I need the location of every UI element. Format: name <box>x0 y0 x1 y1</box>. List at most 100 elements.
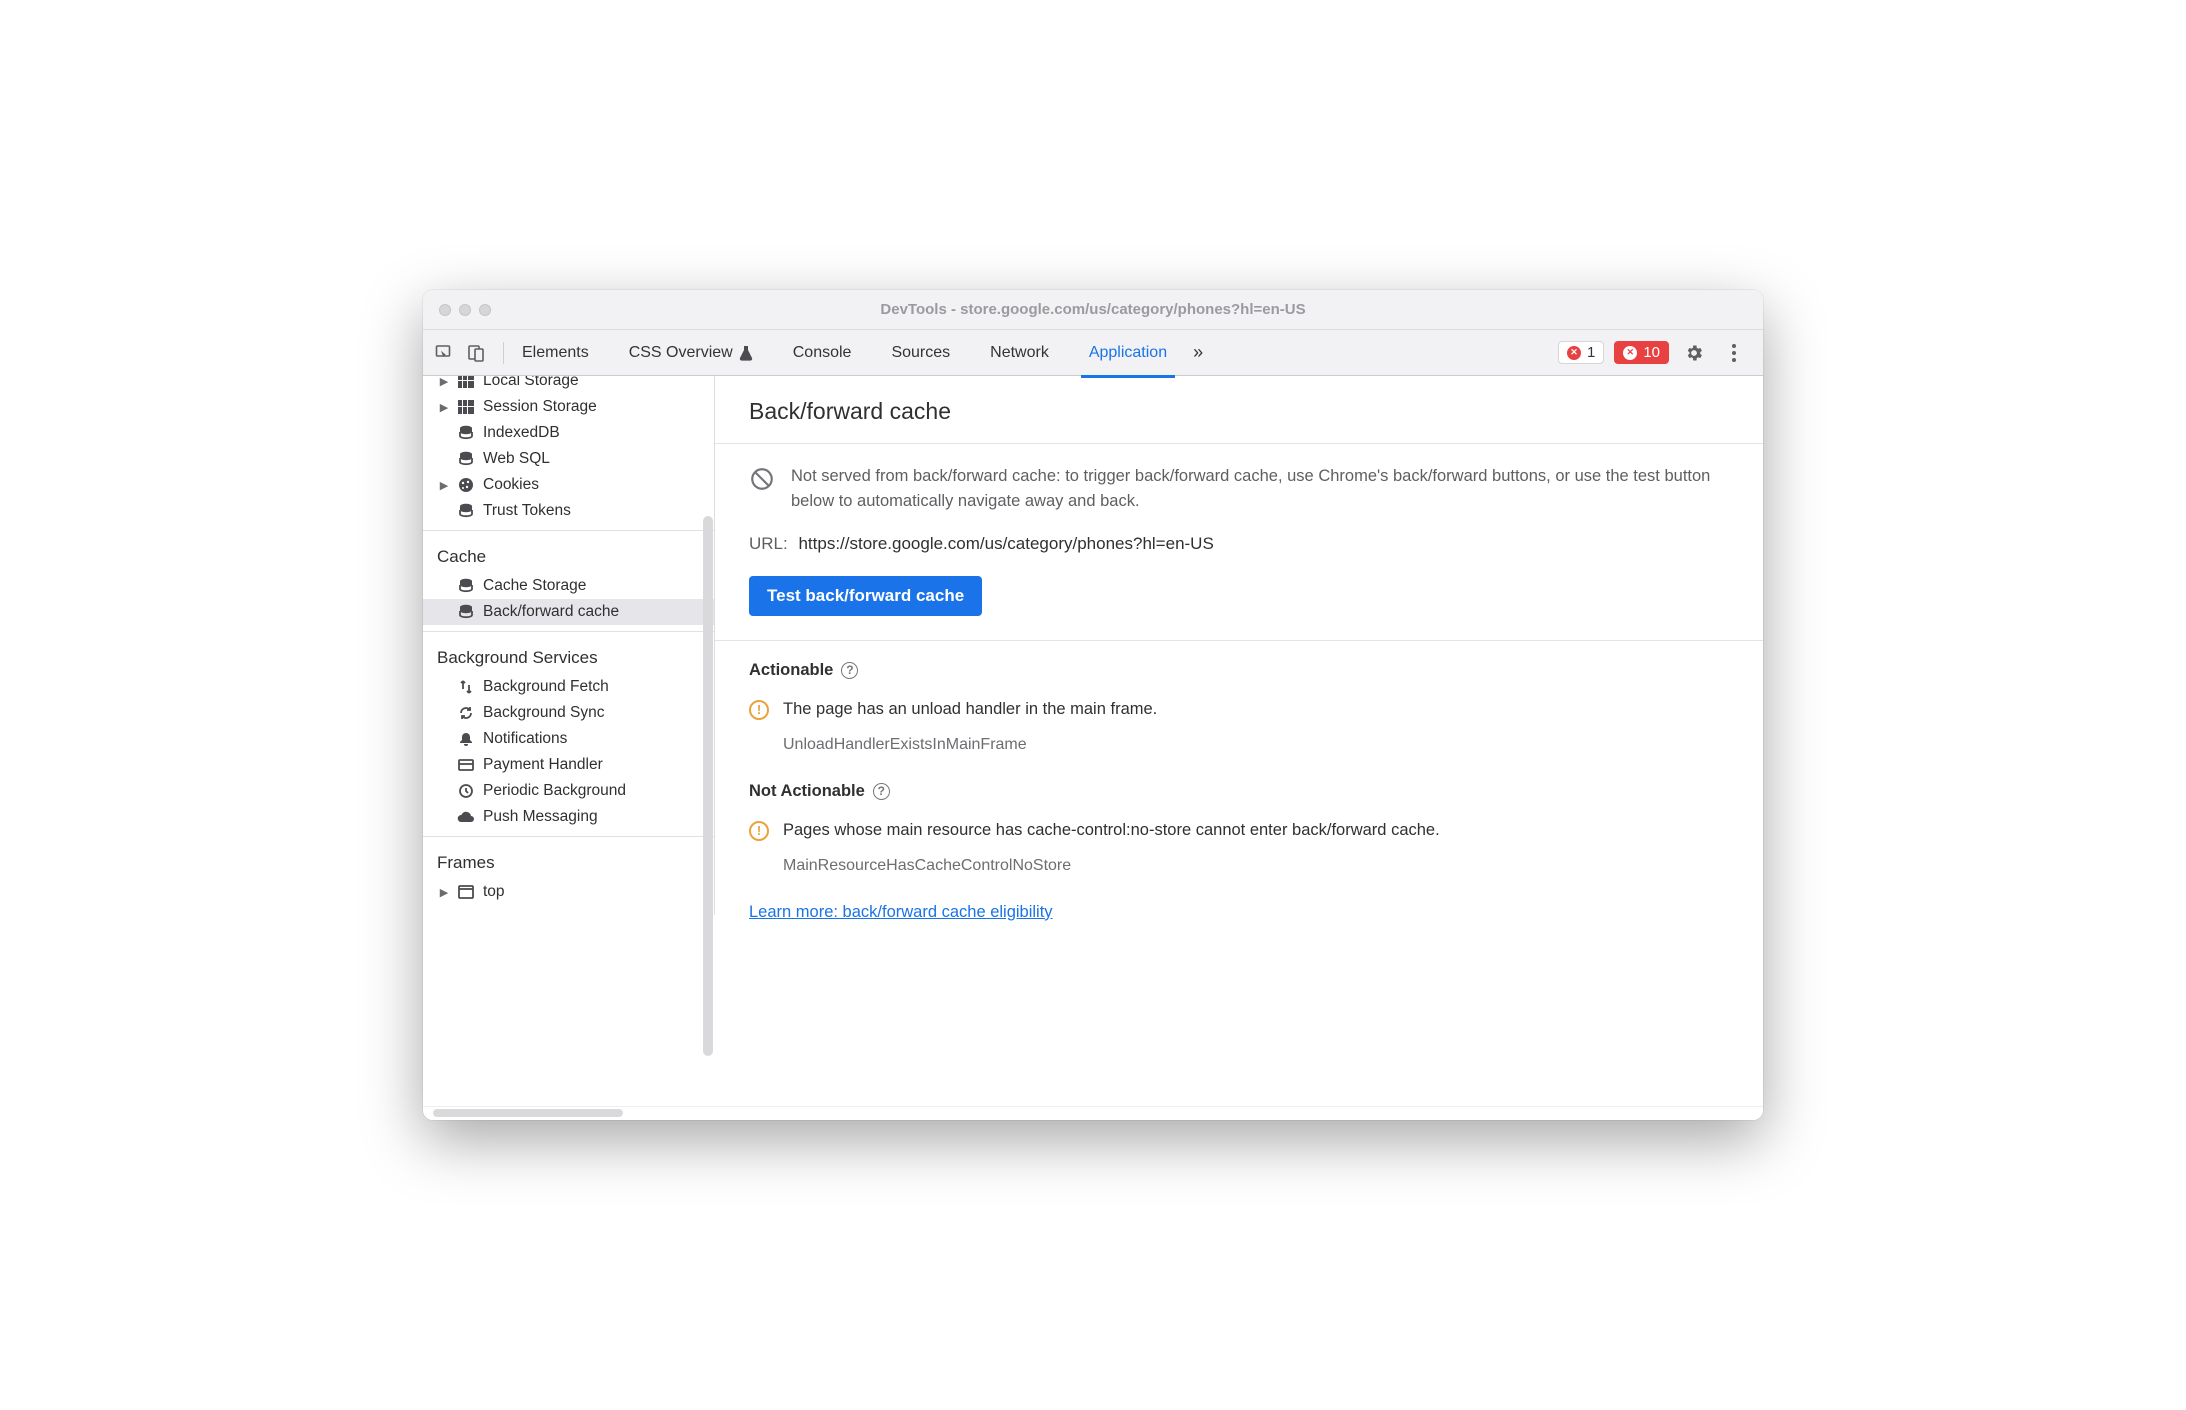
sidebar-item-label: Web SQL <box>483 450 550 468</box>
url-row: URL: https://store.google.com/us/categor… <box>749 534 1729 554</box>
minimize-dot[interactable] <box>459 304 471 316</box>
sidebar-item-periodic[interactable]: ▶ Periodic Background <box>423 778 714 804</box>
tab-console[interactable]: Console <box>791 334 854 372</box>
sidebar-item-label: Cache Storage <box>483 577 586 595</box>
sidebar-item-bfcache[interactable]: ▶ Back/forward cache <box>423 599 714 625</box>
tab-css-overview[interactable]: CSS Overview <box>627 334 755 372</box>
database-icon <box>457 502 475 520</box>
warning-icon: ! <box>749 700 769 720</box>
sidebar-item-frame-top[interactable]: ▶ top <box>423 879 714 905</box>
section-title-text: Actionable <box>749 661 833 680</box>
storage-grid-icon <box>457 398 475 416</box>
sidebar-item-label: Trust Tokens <box>483 502 571 520</box>
traffic-lights <box>423 304 491 316</box>
horizontal-scrollbar[interactable] <box>433 1109 623 1117</box>
card-icon <box>457 756 475 774</box>
sidebar-item-indexeddb[interactable]: ▶ IndexedDB <box>423 420 714 446</box>
sidebar-heading-cache: Cache <box>423 537 714 573</box>
error-icon <box>1567 346 1581 360</box>
sidebar-item-cookies[interactable]: ▶ Cookies <box>423 472 714 498</box>
sidebar-item-bg-sync[interactable]: ▶ Background Sync <box>423 700 714 726</box>
not-allowed-icon <box>749 466 775 492</box>
sidebar-item-local-storage[interactable]: ▶ Local Storage <box>423 376 714 394</box>
inspect-element-icon[interactable] <box>429 338 459 368</box>
frame-icon <box>457 883 475 901</box>
error-count: 1 <box>1587 344 1595 361</box>
caret-icon: ▶ <box>439 376 449 388</box>
sidebar-item-notifications[interactable]: ▶ Notifications <box>423 726 714 752</box>
error-count-badge[interactable]: 1 <box>1558 341 1604 364</box>
database-icon <box>457 424 475 442</box>
sidebar-item-trust-tokens[interactable]: ▶ Trust Tokens <box>423 498 714 524</box>
help-icon[interactable]: ? <box>841 662 858 679</box>
url-label: URL: <box>749 534 788 553</box>
bfcache-status-text: Not served from back/forward cache: to t… <box>791 464 1729 514</box>
help-icon[interactable]: ? <box>873 783 890 800</box>
sidebar-item-label: Push Messaging <box>483 808 598 826</box>
learn-more-link[interactable]: Learn more: back/forward cache eligibili… <box>749 903 1053 921</box>
settings-icon[interactable] <box>1679 338 1709 368</box>
sidebar-scrollbar[interactable] <box>699 376 715 1106</box>
sidebar-item-bg-fetch[interactable]: ▶ Background Fetch <box>423 674 714 700</box>
sidebar-item-label: Background Sync <box>483 704 605 722</box>
sync-icon <box>457 704 475 722</box>
tab-application[interactable]: Application <box>1087 334 1169 372</box>
footer <box>423 1106 1763 1120</box>
toolbar: Elements CSS Overview Console Sources Ne… <box>423 330 1763 376</box>
sidebar-item-label: Back/forward cache <box>483 603 619 621</box>
device-toolbar-icon[interactable] <box>461 338 491 368</box>
section-title-text: Not Actionable <box>749 782 865 801</box>
clock-icon <box>457 782 475 800</box>
database-icon <box>457 450 475 468</box>
not-actionable-issue: ! Pages whose main resource has cache-co… <box>749 821 1729 841</box>
url-value: https://store.google.com/us/category/pho… <box>798 534 1213 553</box>
fetch-icon <box>457 678 475 696</box>
test-bfcache-button[interactable]: Test back/forward cache <box>749 576 982 616</box>
cloud-icon <box>457 808 475 826</box>
sidebar-item-label: Cookies <box>483 476 539 494</box>
warning-icon: ! <box>749 821 769 841</box>
sidebar-heading-frames: Frames <box>423 843 714 879</box>
tab-sources[interactable]: Sources <box>889 334 952 372</box>
devtools-window: DevTools - store.google.com/us/category/… <box>423 290 1763 1120</box>
bell-icon <box>457 730 475 748</box>
sidebar-item-cache-storage[interactable]: ▶ Cache Storage <box>423 573 714 599</box>
caret-icon: ▶ <box>439 886 449 899</box>
window-title: DevTools - store.google.com/us/category/… <box>423 301 1763 318</box>
tab-network[interactable]: Network <box>988 334 1051 372</box>
close-dot[interactable] <box>439 304 451 316</box>
not-actionable-heading: Not Actionable ? <box>749 782 1729 801</box>
caret-icon: ▶ <box>439 401 449 414</box>
panel-title: Back/forward cache <box>715 376 1763 444</box>
sidebar-item-label: IndexedDB <box>483 424 560 442</box>
sidebar-item-label: Notifications <box>483 730 567 748</box>
sidebar-item-payment[interactable]: ▶ Payment Handler <box>423 752 714 778</box>
tab-elements[interactable]: Elements <box>520 334 591 372</box>
sidebar-item-label: Session Storage <box>483 398 597 416</box>
kebab-menu-icon[interactable] <box>1719 338 1749 368</box>
issue-icon <box>1623 346 1637 360</box>
actionable-heading: Actionable ? <box>749 661 1729 680</box>
actionable-issue: ! The page has an unload handler in the … <box>749 700 1729 720</box>
cookie-icon <box>457 476 475 494</box>
sidebar-item-label: Background Fetch <box>483 678 609 696</box>
sidebar-item-websql[interactable]: ▶ Web SQL <box>423 446 714 472</box>
sidebar-item-push[interactable]: ▶ Push Messaging <box>423 804 714 830</box>
issue-code: MainResourceHasCacheControlNoStore <box>783 857 1729 875</box>
issue-count: 10 <box>1643 344 1660 361</box>
flask-icon <box>739 345 753 361</box>
sidebar-item-label: Local Storage <box>483 376 579 390</box>
sidebar-item-label: top <box>483 883 505 901</box>
titlebar: DevTools - store.google.com/us/category/… <box>423 290 1763 330</box>
sidebar-item-session-storage[interactable]: ▶ Session Storage <box>423 394 714 420</box>
content-panel: Back/forward cache Not served from back/… <box>715 376 1763 1106</box>
zoom-dot[interactable] <box>479 304 491 316</box>
sidebar: Storage ▶ Local Storage ▶ Session Storag… <box>423 376 715 915</box>
database-icon <box>457 603 475 621</box>
more-tabs-icon[interactable]: » <box>1187 338 1209 367</box>
storage-grid-icon <box>457 376 475 390</box>
issue-count-badge[interactable]: 10 <box>1614 341 1669 364</box>
issue-code: UnloadHandlerExistsInMainFrame <box>783 736 1729 754</box>
tab-css-overview-label: CSS Overview <box>629 344 733 362</box>
database-icon <box>457 577 475 595</box>
